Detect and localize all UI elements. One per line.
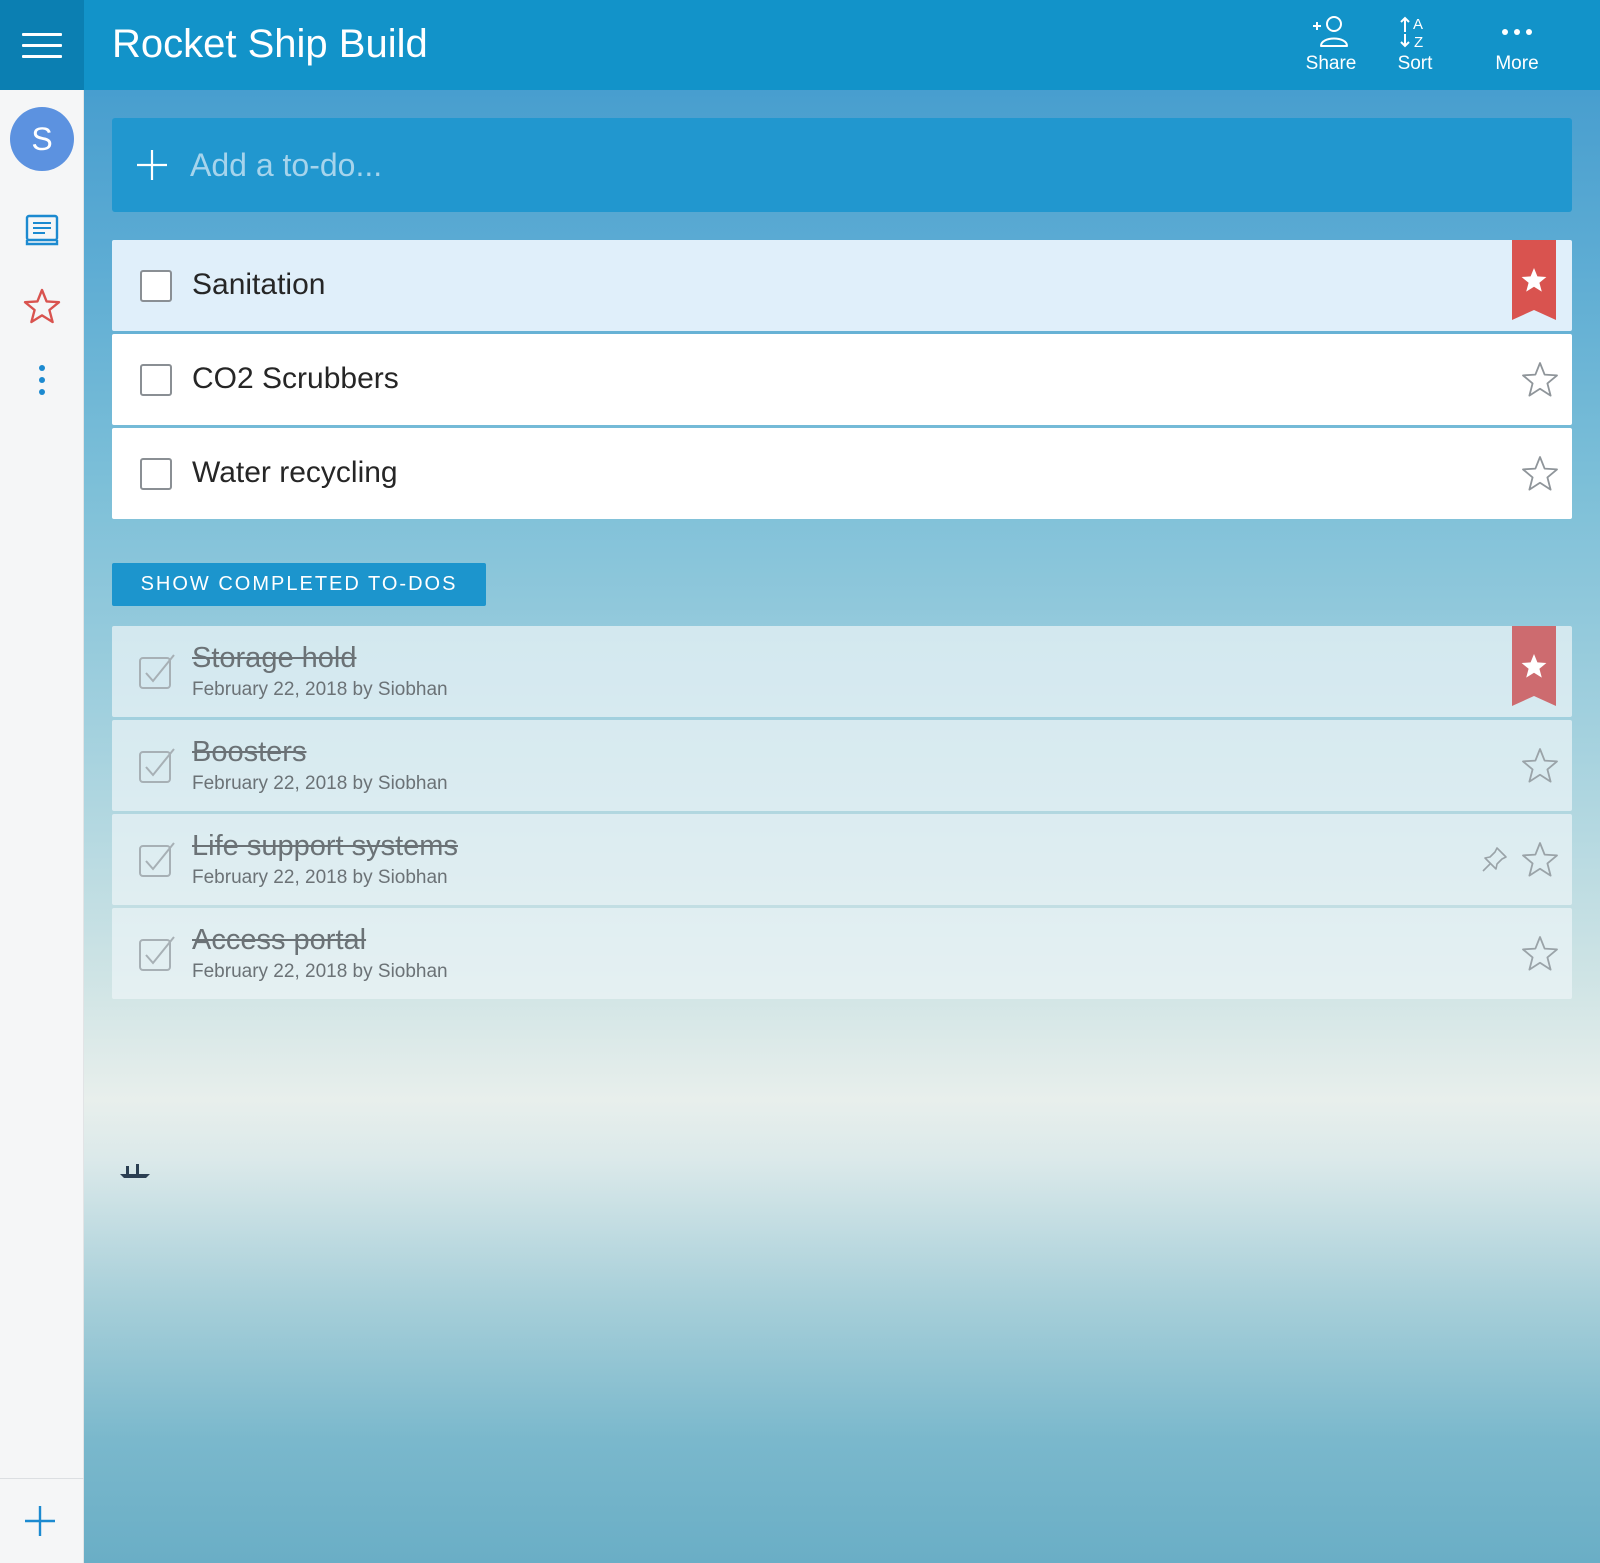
more-button[interactable]: More <box>1472 12 1562 82</box>
sort-letter-z: Z <box>1414 34 1423 50</box>
star-icon[interactable] <box>1520 360 1560 400</box>
avatar-initial: S <box>31 120 53 157</box>
star-icon[interactable] <box>1520 934 1560 974</box>
background-boat-icon <box>120 1164 150 1178</box>
starred-ribbon-icon[interactable] <box>1512 626 1556 706</box>
completed-title: Storage hold <box>192 642 357 674</box>
more-label: More <box>1495 53 1539 74</box>
completed-row-access-portal[interactable]: Access portal February 22, 2018 by Siobh… <box>112 908 1572 999</box>
star-icon[interactable] <box>1520 454 1560 494</box>
task-row-co2-scrubbers[interactable]: CO2 Scrubbers <box>112 334 1572 425</box>
completed-meta: February 22, 2018 by Siobhan <box>192 679 448 700</box>
completed-row-storage-hold[interactable]: Storage hold February 22, 2018 by Siobha… <box>112 626 1572 717</box>
list-view: Rocket Ship Build Share A Z Sort More Ad… <box>84 0 1600 1563</box>
add-todo-bar[interactable] <box>112 118 1572 212</box>
share-label: Share <box>1305 53 1357 74</box>
sort-letter-a: A <box>1413 16 1423 33</box>
task-checkbox[interactable] <box>140 270 172 302</box>
task-title: Water recycling <box>192 456 398 489</box>
task-checkbox[interactable] <box>140 458 172 490</box>
add-list-icon <box>25 1506 55 1536</box>
share-icon <box>1286 12 1376 52</box>
sort-icon: A Z <box>1370 12 1460 52</box>
checked-checkbox-icon[interactable] <box>138 652 178 692</box>
add-list-button[interactable] <box>20 1501 60 1541</box>
list-header: Rocket Ship Build Share A Z Sort More <box>84 0 1600 90</box>
hamburger-menu-button[interactable] <box>0 0 84 90</box>
sidebar-divider <box>0 1478 84 1479</box>
completed-meta: February 22, 2018 by Siobhan <box>192 773 448 794</box>
sort-label: Sort <box>1397 53 1433 74</box>
task-row-water-recycling[interactable]: Water recycling <box>112 428 1572 519</box>
checked-checkbox-icon[interactable] <box>138 934 178 974</box>
list-title: Rocket Ship Build <box>112 22 428 66</box>
task-row-sanitation[interactable]: Sanitation <box>112 240 1572 331</box>
checked-checkbox-icon[interactable] <box>138 746 178 786</box>
inbox-icon[interactable] <box>22 210 62 250</box>
more-horizontal-icon <box>1472 12 1562 52</box>
completed-title: Boosters <box>192 736 307 768</box>
more-vertical-icon[interactable] <box>22 360 62 400</box>
task-title: Sanitation <box>192 268 326 301</box>
completed-meta: February 22, 2018 by Siobhan <box>192 867 448 888</box>
avatar[interactable]: S <box>10 107 74 171</box>
add-todo-input[interactable] <box>190 140 1550 190</box>
task-checkbox[interactable] <box>140 364 172 396</box>
checked-checkbox-icon[interactable] <box>138 840 178 880</box>
starred-ribbon-icon[interactable] <box>1512 240 1556 320</box>
hamburger-menu-icon <box>22 25 62 66</box>
star-icon[interactable] <box>1520 840 1560 880</box>
task-title: CO2 Scrubbers <box>192 362 399 395</box>
sort-button[interactable]: A Z Sort <box>1370 12 1460 82</box>
completed-row-boosters[interactable]: Boosters February 22, 2018 by Siobhan <box>112 720 1572 811</box>
completed-meta: February 22, 2018 by Siobhan <box>192 961 448 982</box>
sidebar: S <box>0 0 84 1563</box>
plus-icon <box>137 150 167 180</box>
completed-title: Life support systems <box>192 830 458 862</box>
completed-title: Access portal <box>192 924 367 956</box>
starred-list-icon[interactable] <box>22 286 62 326</box>
pin-icon[interactable] <box>1480 844 1510 874</box>
star-icon[interactable] <box>1520 746 1560 786</box>
share-button[interactable]: Share <box>1286 12 1376 82</box>
show-completed-button[interactable]: SHOW COMPLETED TO-DOS <box>112 563 486 606</box>
completed-row-life-support-systems[interactable]: Life support systems February 22, 2018 b… <box>112 814 1572 905</box>
